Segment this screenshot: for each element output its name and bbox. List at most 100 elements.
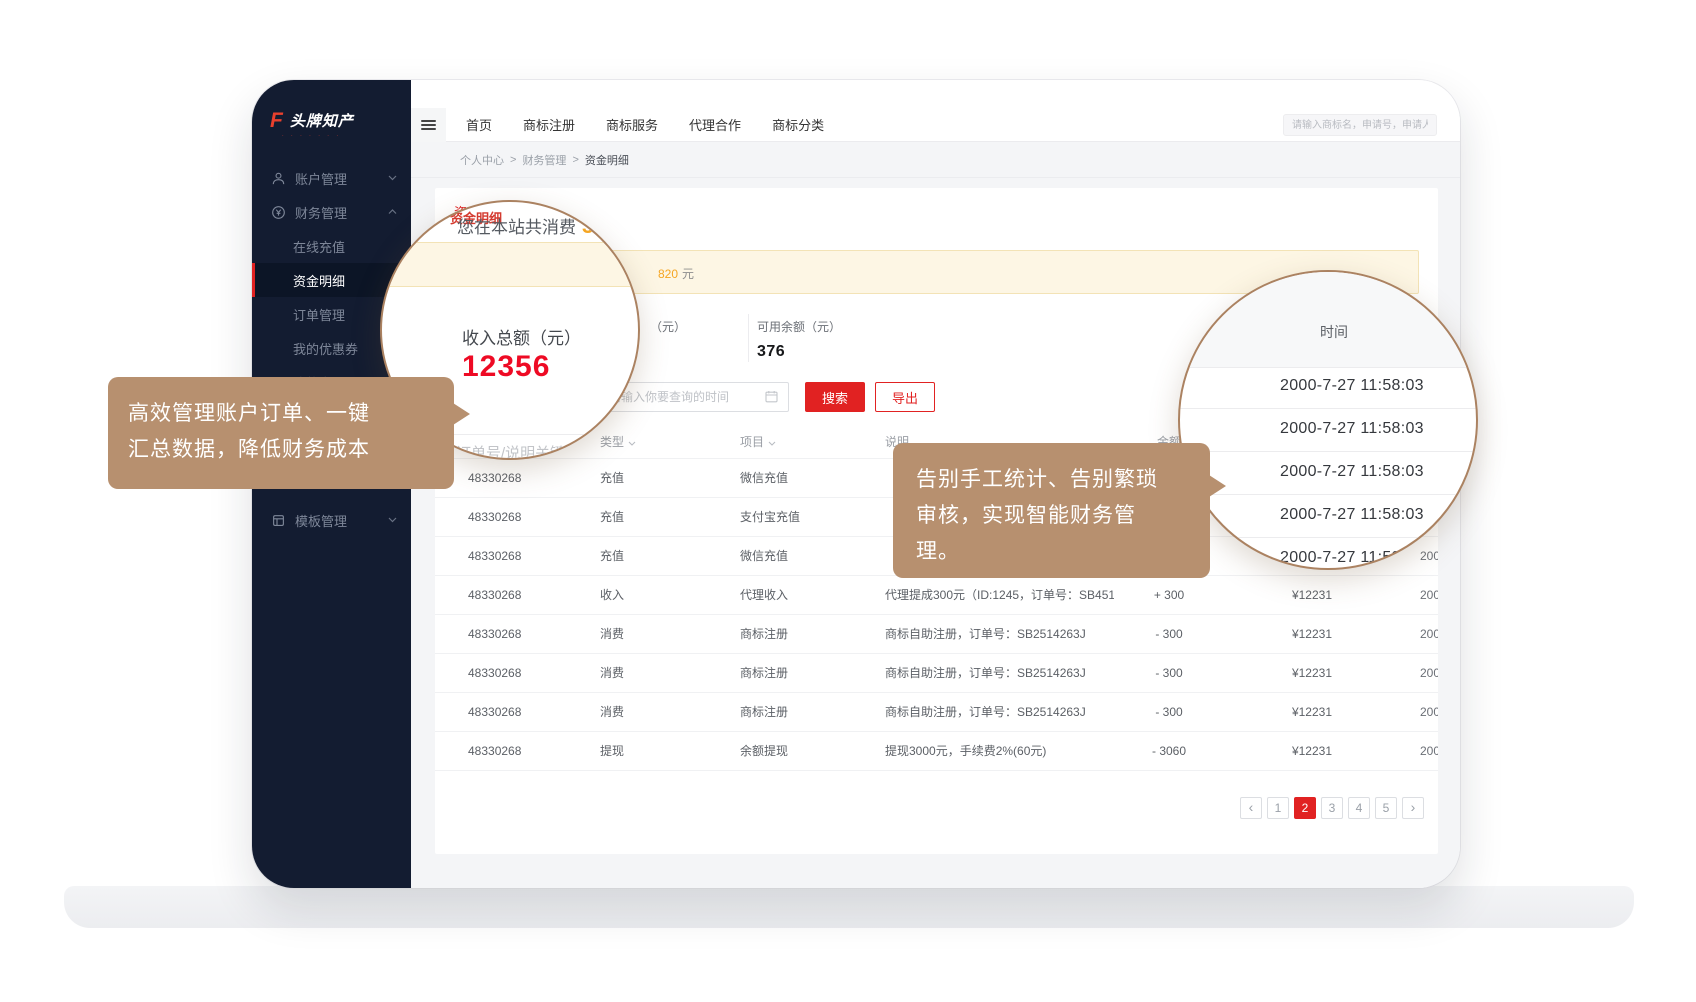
pagination-page-2-active[interactable]: 2 [1294, 797, 1316, 819]
trademark-search-input[interactable] [1283, 114, 1437, 136]
cell-project: 商标注册 [707, 614, 852, 653]
cell-balance: ¥12231 [1224, 692, 1354, 731]
lens-income-label: 收入总额（元） [462, 324, 581, 349]
sidebar-item-finance[interactable]: 财务管理 [252, 195, 411, 229]
cell-type: 充值 [567, 497, 707, 536]
cell-time: 2000-7-27 11:58:03 [1354, 614, 1438, 653]
banner-amount-fragment: 820元 [658, 265, 694, 282]
pagination-page-1[interactable]: 1 [1267, 797, 1289, 819]
nav-item-agency-cooperation[interactable]: 代理合作 [689, 115, 741, 134]
cell-type: 消费 [567, 653, 707, 692]
menu-toggle-button[interactable] [411, 108, 446, 142]
cell-order-no: 48330268 [435, 536, 567, 575]
cell-amount: - 300 [1114, 614, 1224, 653]
stat-value: 376 [757, 343, 841, 361]
cell-time: 2000-7-27 11:58:03 [1354, 731, 1438, 770]
callout-text-line: 告别手工统计、告别繁琐 [916, 462, 1210, 498]
col-header-project[interactable]: 项目 [707, 426, 852, 458]
finance-icon [271, 205, 286, 220]
callout-text-line: 理。 [916, 534, 1210, 570]
pagination: ‹ 1 2 3 4 5 › [435, 797, 1424, 819]
cell-time: 2000-7-27 11:58:03 [1354, 575, 1438, 614]
breadcrumb-separator: > [572, 154, 578, 166]
cell-order-no: 48330268 [435, 497, 567, 536]
cell-balance: ¥12231 [1224, 575, 1354, 614]
pagination-next-button[interactable]: › [1402, 797, 1424, 819]
cell-type: 充值 [567, 536, 707, 575]
lens-time-row: 2000-7-27 11:58:03 [1280, 377, 1424, 395]
lens-banner-prefix: 您在本站共消费 [457, 218, 576, 237]
cell-amount: - 300 [1114, 653, 1224, 692]
lens-time-header-band [1180, 272, 1478, 367]
col-header-label: 类型 [600, 435, 624, 449]
magnifier-lens-right: 时间 2000-7-27 11:58:03 2000-7-27 11:58:03… [1178, 270, 1478, 570]
stat-divider [748, 314, 749, 362]
stat-expense-label-fragment: （元） [650, 318, 686, 335]
callout-text-line: 高效管理账户订单、一键 [128, 396, 454, 432]
breadcrumb-item[interactable]: 财务管理 [522, 152, 566, 168]
cell-project: 微信充值 [707, 458, 852, 497]
pagination-page-3[interactable]: 3 [1321, 797, 1343, 819]
callout-right: 告别手工统计、告别繁琐 审核，实现智能财务管 理。 [893, 443, 1210, 578]
banner-unit: 元 [682, 267, 694, 281]
search-button[interactable]: 搜索 [805, 382, 865, 412]
top-bezel [411, 80, 1460, 108]
lens-table-header-fragment: 订单号/说明关键 [456, 442, 565, 460]
cell-type: 消费 [567, 692, 707, 731]
cell-amount: - 300 [1114, 692, 1224, 731]
callout-text-line: 汇总数据，降低财务成本 [128, 432, 454, 468]
cell-order-no: 48330268 [435, 731, 567, 770]
chevron-up-icon [388, 209, 397, 215]
sidebar-item-templates[interactable]: 模板管理 [252, 503, 411, 537]
cell-type: 提现 [567, 731, 707, 770]
lens-time-row: 2000-7-27 11:58:03 [1280, 420, 1424, 438]
export-button[interactable]: 导出 [875, 382, 935, 412]
pagination-page-5[interactable]: 5 [1375, 797, 1397, 819]
breadcrumb-item[interactable]: 个人中心 [460, 152, 504, 168]
pagination-page-4[interactable]: 4 [1348, 797, 1370, 819]
callout-arrow [453, 403, 470, 425]
nav-item-trademark-services[interactable]: 商标服务 [606, 115, 658, 134]
cell-order-no: 48330268 [435, 575, 567, 614]
cell-project: 余额提现 [707, 731, 852, 770]
lens-row-separator [1180, 367, 1478, 368]
cell-amount: - 3060 [1114, 731, 1224, 770]
table-row: 48330268消费商标注册商标自助注册，订单号：SB2514263J- 300… [435, 692, 1438, 731]
callout-arrow [1209, 475, 1226, 497]
nav-item-trademark-register[interactable]: 商标注册 [523, 115, 575, 134]
cell-project: 商标注册 [707, 692, 852, 731]
lens-time-row: 2000-7-27 11:58:03 [1280, 463, 1424, 481]
table-row: 48330268消费商标注册商标自助注册，订单号：SB2514263J- 300… [435, 653, 1438, 692]
cell-description: 商标自助注册，订单号：SB2514263J [852, 653, 1114, 692]
col-header-label: 项目 [740, 435, 764, 449]
laptop-base [64, 886, 1634, 928]
cell-order-no: 48330268 [435, 653, 567, 692]
cell-type: 消费 [567, 614, 707, 653]
callout-left: 高效管理账户订单、一键 汇总数据，降低财务成本 [108, 377, 454, 489]
user-icon [271, 171, 286, 186]
cell-description: 商标自助注册，订单号：SB2514263J [852, 614, 1114, 653]
brand-logo-icon: F [270, 111, 283, 131]
laptop-mockup: F 头牌知产 · · · · · · · 账户管理 财务管理 [0, 0, 1696, 1002]
pagination-prev-button[interactable]: ‹ [1240, 797, 1262, 819]
cell-order-no: 48330268 [435, 458, 567, 497]
cell-order-no: 48330268 [435, 692, 567, 731]
calendar-icon [765, 390, 778, 403]
nav-item-trademark-categories[interactable]: 商标分类 [772, 115, 824, 134]
table-row: 48330268提现余额提现提现3000元，手续费2%(60元)- 3060¥1… [435, 731, 1438, 770]
stat-label: 可用余额（元） [757, 318, 841, 335]
cell-project: 代理收入 [707, 575, 852, 614]
template-icon [271, 513, 286, 528]
cell-description: 代理提成300元（ID:1245，订单号：SB45124） [852, 575, 1114, 614]
cell-balance: ¥12231 [1224, 653, 1354, 692]
cell-project: 微信充值 [707, 536, 852, 575]
cell-project: 商标注册 [707, 653, 852, 692]
nav-menu: 首页 商标注册 商标服务 代理合作 商标分类 [466, 115, 824, 134]
cell-balance: ¥12231 [1224, 614, 1354, 653]
callout-text-line: 审核，实现智能财务管 [916, 498, 1210, 534]
breadcrumb: 个人中心 > 财务管理 > 资金明细 [411, 142, 1460, 178]
sidebar-item-account[interactable]: 账户管理 [252, 161, 411, 195]
lens-time-row: 2000-7-27 11:58:03 [1280, 506, 1424, 524]
breadcrumb-current: 资金明细 [585, 152, 629, 168]
nav-item-home[interactable]: 首页 [466, 115, 492, 134]
